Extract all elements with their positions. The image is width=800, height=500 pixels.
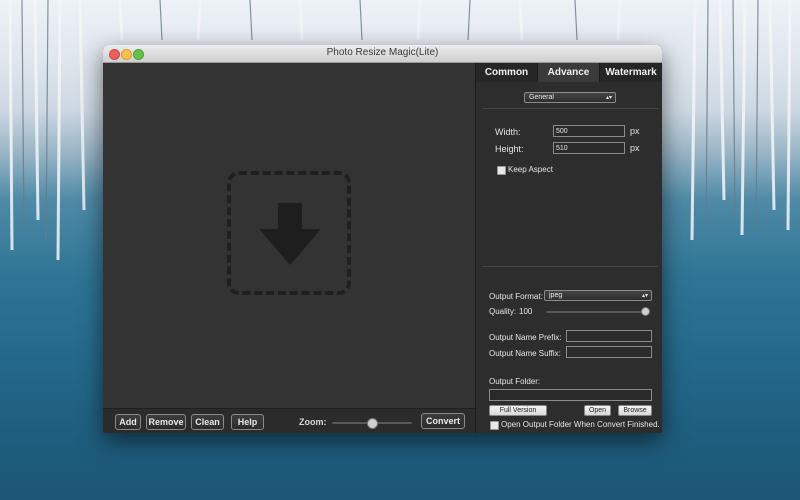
settings-panel: Common Advance Watermark General ▴▾ Widt… bbox=[475, 63, 662, 433]
chevron-updown-icon: ▴▾ bbox=[641, 293, 648, 299]
zoom-slider-knob[interactable] bbox=[366, 418, 378, 429]
app-window: Photo Resize Magic(Lite) Add Remove Clea… bbox=[103, 45, 662, 433]
chevron-updown-icon: ▴▾ bbox=[605, 95, 612, 101]
keep-aspect-checkbox[interactable] bbox=[497, 166, 506, 175]
divider bbox=[482, 108, 658, 109]
full-version-button[interactable]: Full Version bbox=[489, 405, 547, 416]
convert-button[interactable]: Convert bbox=[421, 413, 465, 429]
image-drop-area[interactable] bbox=[103, 63, 475, 408]
open-when-finished-checkbox[interactable] bbox=[490, 421, 499, 430]
open-folder-button[interactable]: Open bbox=[584, 405, 611, 416]
output-format-value: jpeg bbox=[549, 292, 563, 299]
quality-label: Quality: bbox=[489, 307, 517, 316]
output-suffix-label: Output Name Suffix: bbox=[489, 349, 561, 358]
quality-slider[interactable] bbox=[546, 307, 650, 316]
height-unit: px bbox=[630, 143, 640, 153]
width-label: Width: bbox=[495, 127, 521, 137]
keep-aspect-label: Keep Aspect bbox=[508, 165, 553, 174]
bottom-toolbar: Add Remove Clean Help Zoom: Convert bbox=[103, 408, 475, 433]
width-unit: px bbox=[630, 126, 640, 136]
tab-advance[interactable]: Advance bbox=[538, 63, 600, 82]
resize-mode-value: General bbox=[529, 94, 554, 101]
zoom-slider[interactable] bbox=[332, 418, 412, 429]
output-prefix-input[interactable] bbox=[566, 330, 652, 342]
download-arrow-icon bbox=[259, 203, 321, 265]
divider bbox=[482, 266, 658, 267]
quality-slider-knob[interactable] bbox=[641, 307, 650, 316]
output-suffix-input[interactable] bbox=[566, 346, 652, 358]
height-input[interactable]: 510 bbox=[553, 142, 625, 154]
output-format-label: Output Format: bbox=[489, 292, 543, 301]
browse-folder-button[interactable]: Browse bbox=[618, 405, 652, 416]
output-format-select[interactable]: jpeg ▴▾ bbox=[544, 290, 652, 301]
zoom-label: Zoom: bbox=[299, 417, 327, 427]
height-label: Height: bbox=[495, 144, 524, 154]
tab-watermark[interactable]: Watermark bbox=[600, 63, 662, 82]
clean-button[interactable]: Clean bbox=[191, 414, 224, 430]
help-button[interactable]: Help bbox=[231, 414, 264, 430]
remove-button[interactable]: Remove bbox=[146, 414, 186, 430]
quality-value: 100 bbox=[519, 307, 533, 316]
title-bar: Photo Resize Magic(Lite) bbox=[103, 45, 662, 63]
drop-zone[interactable] bbox=[227, 171, 351, 295]
resize-mode-select[interactable]: General ▴▾ bbox=[524, 92, 616, 103]
output-folder-label: Output Folder: bbox=[489, 377, 541, 386]
tab-common[interactable]: Common bbox=[476, 63, 538, 82]
output-folder-input[interactable] bbox=[489, 389, 652, 401]
output-prefix-label: Output Name Prefix: bbox=[489, 333, 562, 342]
open-when-finished-label: Open Output Folder When Convert Finished… bbox=[501, 420, 660, 429]
add-button[interactable]: Add bbox=[115, 414, 141, 430]
window-title: Photo Resize Magic(Lite) bbox=[326, 47, 439, 58]
tab-bar: Common Advance Watermark bbox=[476, 63, 662, 82]
width-input[interactable]: 500 bbox=[553, 125, 625, 137]
